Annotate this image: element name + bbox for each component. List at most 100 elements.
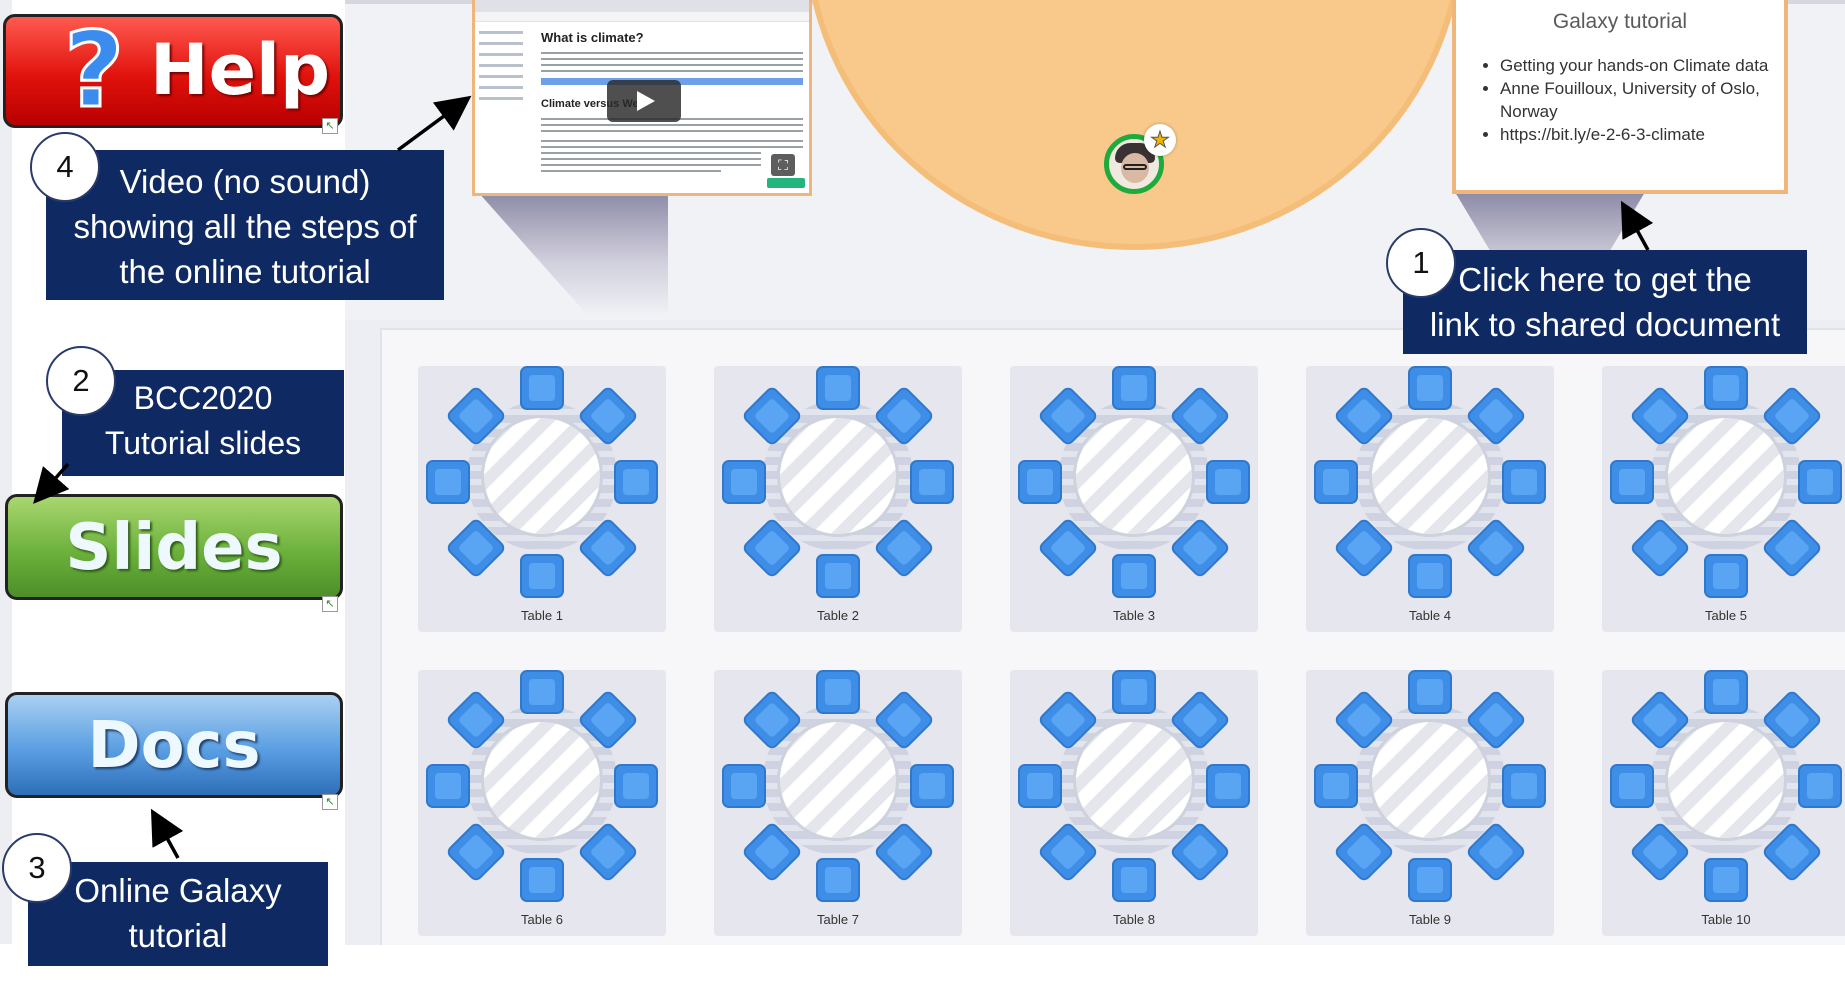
- chair[interactable]: [1408, 554, 1452, 598]
- chair[interactable]: [1610, 764, 1654, 808]
- callout-line: Tutorial slides: [104, 425, 302, 461]
- chair[interactable]: [614, 460, 658, 504]
- table-top: [1073, 415, 1195, 537]
- chair[interactable]: [1314, 460, 1358, 504]
- chair[interactable]: [1704, 554, 1748, 598]
- doc-title: Galaxy tutorial: [1552, 10, 1688, 33]
- chair[interactable]: [520, 366, 564, 410]
- chair[interactable]: [1704, 670, 1748, 714]
- docs-label: Docs: [87, 709, 261, 783]
- browser-tab-bar: [475, 0, 809, 12]
- table-label: Table 2: [817, 608, 859, 623]
- table-7[interactable]: Table 7: [714, 670, 962, 936]
- table-4[interactable]: Table 4: [1306, 366, 1554, 632]
- table-2[interactable]: Table 2: [714, 366, 962, 632]
- table-8[interactable]: Table 8: [1010, 670, 1258, 936]
- callout-line: link to shared document: [1429, 306, 1781, 343]
- chair[interactable]: [1704, 858, 1748, 902]
- chair[interactable]: [520, 858, 564, 902]
- chair[interactable]: [1206, 460, 1250, 504]
- table-top: [1665, 719, 1787, 841]
- chair[interactable]: [1502, 764, 1546, 808]
- chair[interactable]: [1502, 460, 1546, 504]
- link-arrow-icon[interactable]: ↖: [322, 794, 338, 810]
- avatar-glasses: [1123, 164, 1147, 170]
- chair[interactable]: [1408, 858, 1452, 902]
- star-icon: ★: [1144, 124, 1176, 156]
- chair[interactable]: [520, 554, 564, 598]
- callout-line: tutorial: [128, 917, 228, 954]
- chair[interactable]: [614, 764, 658, 808]
- table-3[interactable]: Table 3: [1010, 366, 1258, 632]
- doc-list: Getting your hands-on Climate data Anne …: [1480, 54, 1796, 146]
- table-9[interactable]: Table 9: [1306, 670, 1554, 936]
- callout-line: Video (no sound): [119, 163, 371, 200]
- chair[interactable]: [816, 366, 860, 410]
- chair[interactable]: [722, 764, 766, 808]
- video-action-button[interactable]: [767, 178, 805, 188]
- table-top: [777, 719, 899, 841]
- text-line: [541, 64, 803, 66]
- callout-video: Video (no sound) showing all the steps o…: [46, 150, 444, 300]
- chair[interactable]: [426, 460, 470, 504]
- help-label: Help: [150, 29, 331, 111]
- table-10[interactable]: Table 10: [1602, 670, 1845, 936]
- table-label: Table 9: [1409, 912, 1451, 927]
- doc-list-item: Anne Fouilloux, University of Oslo, Norw…: [1500, 77, 1796, 123]
- doc-list-item: https://bit.ly/e-2-6-3-climate: [1500, 123, 1796, 146]
- text-line: [541, 52, 803, 54]
- nav-line: [479, 31, 523, 34]
- chair[interactable]: [1408, 366, 1452, 410]
- table-label: Table 6: [521, 912, 563, 927]
- shared-document-screen[interactable]: Galaxy tutorial Getting your hands-on Cl…: [1452, 0, 1788, 194]
- table-top: [481, 415, 603, 537]
- chair[interactable]: [816, 858, 860, 902]
- nav-line: [479, 53, 523, 56]
- callout-line: showing all the steps of: [73, 208, 417, 245]
- video-heading: What is climate?: [541, 30, 644, 45]
- slides-button[interactable]: Slides: [5, 494, 343, 600]
- chair[interactable]: [816, 670, 860, 714]
- chair[interactable]: [1610, 460, 1654, 504]
- chair[interactable]: [1018, 460, 1062, 504]
- text-line: [541, 158, 761, 160]
- chair[interactable]: [1018, 764, 1062, 808]
- text-line: [541, 130, 803, 132]
- tutorial-nav: [479, 26, 535, 108]
- link-arrow-icon[interactable]: ↖: [322, 118, 338, 134]
- chair[interactable]: [910, 460, 954, 504]
- link-arrow-icon[interactable]: ↖: [322, 596, 338, 612]
- video-screen[interactable]: What is climate? Climate versus We ⛶: [472, 0, 812, 196]
- chair[interactable]: [1314, 764, 1358, 808]
- fullscreen-icon[interactable]: ⛶: [771, 154, 795, 176]
- play-icon[interactable]: [607, 80, 681, 122]
- callout-shared-document: Click here to get the link to shared doc…: [1403, 250, 1807, 354]
- text-line: [541, 152, 761, 154]
- chair[interactable]: [520, 670, 564, 714]
- chair[interactable]: [910, 764, 954, 808]
- docs-button[interactable]: Docs: [5, 692, 343, 798]
- chair[interactable]: [1112, 858, 1156, 902]
- sidebar-strip: [0, 0, 12, 944]
- chair[interactable]: [1798, 460, 1842, 504]
- help-button[interactable]: ? Help: [3, 8, 343, 133]
- chair[interactable]: [1408, 670, 1452, 714]
- callout-line: the online tutorial: [119, 253, 371, 290]
- chair[interactable]: [1798, 764, 1842, 808]
- text-line: [541, 124, 803, 126]
- chair[interactable]: [1206, 764, 1250, 808]
- table-top: [1665, 415, 1787, 537]
- table-6[interactable]: Table 6: [418, 670, 666, 936]
- chair[interactable]: [722, 460, 766, 504]
- chair[interactable]: [426, 764, 470, 808]
- table-5[interactable]: Table 5: [1602, 366, 1845, 632]
- chair[interactable]: [1704, 366, 1748, 410]
- text-line: [541, 146, 803, 148]
- chair[interactable]: [816, 554, 860, 598]
- table-top: [481, 719, 603, 841]
- chair[interactable]: [1112, 670, 1156, 714]
- chair[interactable]: [1112, 554, 1156, 598]
- table-1[interactable]: Table 1: [418, 366, 666, 632]
- question-icon: ?: [62, 8, 125, 133]
- chair[interactable]: [1112, 366, 1156, 410]
